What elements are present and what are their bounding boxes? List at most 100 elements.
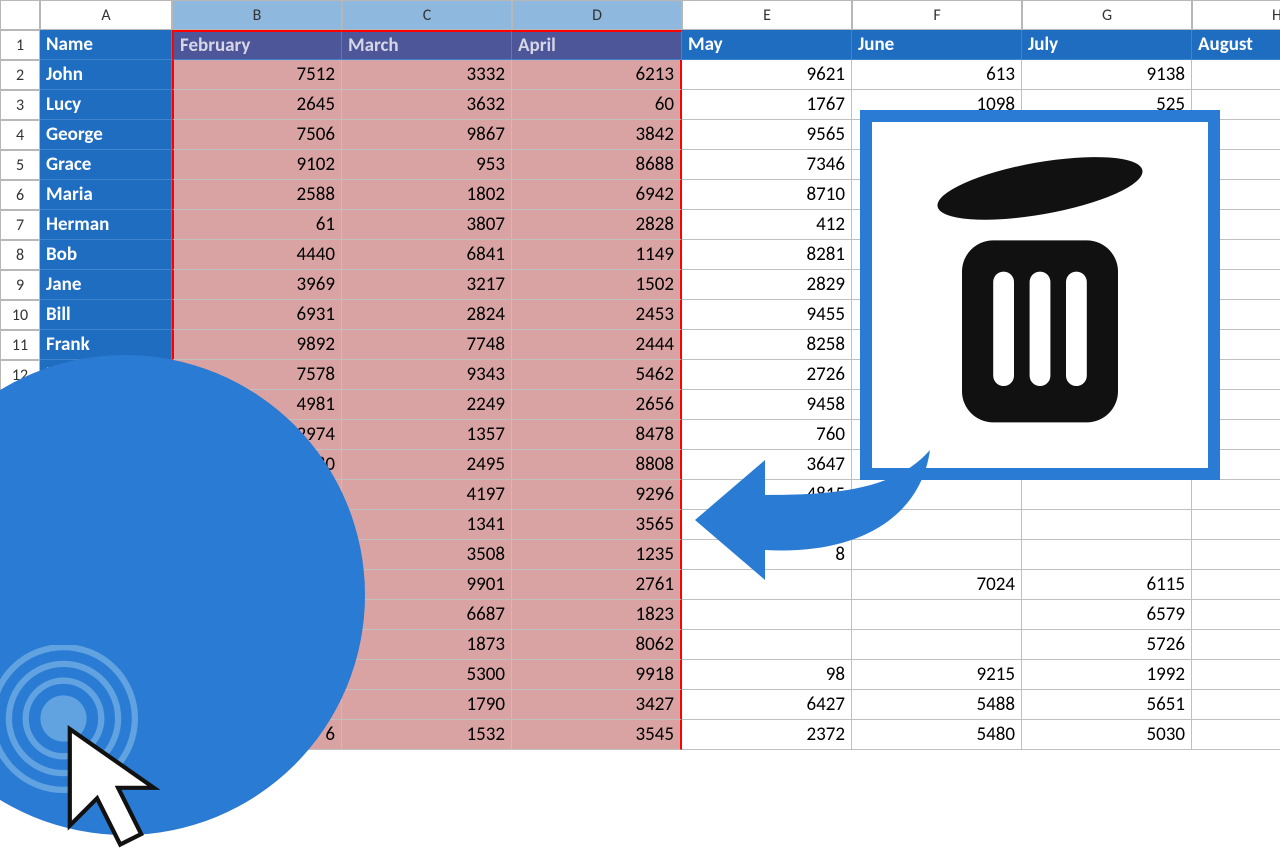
cell-D19[interactable]: 2761: [512, 570, 682, 600]
cell-C9[interactable]: 3217: [342, 270, 512, 300]
cell-D20[interactable]: 1823: [512, 600, 682, 630]
cell-C3[interactable]: 3632: [342, 90, 512, 120]
cell-H11[interactable]: [1192, 330, 1280, 360]
cell-G21[interactable]: 5726: [1022, 630, 1192, 660]
cell-H24[interactable]: [1192, 720, 1280, 750]
row-header-17[interactable]: 17: [0, 510, 40, 540]
cell-H14[interactable]: [1192, 420, 1280, 450]
cell-D13[interactable]: 2656: [512, 390, 682, 420]
cell-E20[interactable]: [682, 600, 852, 630]
cell-G17[interactable]: [1022, 510, 1192, 540]
cell-D4[interactable]: 3842: [512, 120, 682, 150]
cell-C20[interactable]: 6687: [342, 600, 512, 630]
cell-H22[interactable]: [1192, 660, 1280, 690]
cell-H17[interactable]: [1192, 510, 1280, 540]
cell-F23[interactable]: 5488: [852, 690, 1022, 720]
row-header-9[interactable]: 9: [0, 270, 40, 300]
cell-C19[interactable]: 9901: [342, 570, 512, 600]
cell-E23[interactable]: 6427: [682, 690, 852, 720]
cell-D14[interactable]: 8478: [512, 420, 682, 450]
cell-E2[interactable]: 9621: [682, 60, 852, 90]
cell-C22[interactable]: 5300: [342, 660, 512, 690]
cell-E15[interactable]: 3647: [682, 450, 852, 480]
row-header-11[interactable]: 11: [0, 330, 40, 360]
row-header-1[interactable]: 1: [0, 30, 40, 60]
cell-G20[interactable]: 6579: [1022, 600, 1192, 630]
cell-C4[interactable]: 9867: [342, 120, 512, 150]
cell-F3[interactable]: 1098: [852, 90, 1022, 120]
row-header-23[interactable]: 23: [0, 690, 40, 720]
cell-B9[interactable]: 3969: [172, 270, 342, 300]
cell-F4[interactable]: [852, 120, 1022, 150]
cell-A16[interactable]: [40, 480, 172, 510]
column-header-G[interactable]: G: [1022, 0, 1192, 30]
cell-A13[interactable]: Dave: [40, 390, 172, 420]
cell-F14[interactable]: [852, 420, 1022, 450]
cell-D15[interactable]: 8808: [512, 450, 682, 480]
cell-G4[interactable]: [1022, 120, 1192, 150]
column-header-D[interactable]: D: [512, 0, 682, 30]
cell-H18[interactable]: [1192, 540, 1280, 570]
cell-E16[interactable]: 4815: [682, 480, 852, 510]
cell-H7[interactable]: [1192, 210, 1280, 240]
cell-F16[interactable]: [852, 480, 1022, 510]
cell-F17[interactable]: [852, 510, 1022, 540]
cell-B5[interactable]: 9102: [172, 150, 342, 180]
cell-B24[interactable]: 6: [172, 720, 342, 750]
cell-G23[interactable]: 5651: [1022, 690, 1192, 720]
cell-D9[interactable]: 1502: [512, 270, 682, 300]
cell-D18[interactable]: 1235: [512, 540, 682, 570]
cell-D16[interactable]: 9296: [512, 480, 682, 510]
row-header-7[interactable]: 7: [0, 210, 40, 240]
cell-H21[interactable]: [1192, 630, 1280, 660]
cell-F20[interactable]: [852, 600, 1022, 630]
cell-D24[interactable]: 3545: [512, 720, 682, 750]
cell-D3[interactable]: 60: [512, 90, 682, 120]
cell-D11[interactable]: 2444: [512, 330, 682, 360]
cell-C2[interactable]: 3332: [342, 60, 512, 90]
cell-H15[interactable]: [1192, 450, 1280, 480]
cell-D7[interactable]: 2828: [512, 210, 682, 240]
cell-D12[interactable]: 5462: [512, 360, 682, 390]
cell-D21[interactable]: 8062: [512, 630, 682, 660]
cell-F2[interactable]: 613: [852, 60, 1022, 90]
cell-C17[interactable]: 1341: [342, 510, 512, 540]
cell-A20[interactable]: [40, 600, 172, 630]
cell-F18[interactable]: [852, 540, 1022, 570]
cell-E24[interactable]: 2372: [682, 720, 852, 750]
cell-B21[interactable]: 9150: [172, 630, 342, 660]
cell-A2[interactable]: John: [40, 60, 172, 90]
cell-C6[interactable]: 1802: [342, 180, 512, 210]
row-header-8[interactable]: 8: [0, 240, 40, 270]
cell-C14[interactable]: 1357: [342, 420, 512, 450]
column-header-B[interactable]: B: [172, 0, 342, 30]
column-header-C[interactable]: C: [342, 0, 512, 30]
cell-E12[interactable]: 2726: [682, 360, 852, 390]
row-header-14[interactable]: 14: [0, 420, 40, 450]
cell-F8[interactable]: [852, 240, 1022, 270]
cell-E5[interactable]: 7346: [682, 150, 852, 180]
cell-H8[interactable]: [1192, 240, 1280, 270]
cell-C15[interactable]: 2495: [342, 450, 512, 480]
cell-C13[interactable]: 2249: [342, 390, 512, 420]
cell-A24[interactable]: [40, 720, 172, 750]
header-cell-E[interactable]: May: [682, 30, 852, 60]
cell-B2[interactable]: 7512: [172, 60, 342, 90]
cell-C12[interactable]: 9343: [342, 360, 512, 390]
cell-G24[interactable]: 5030: [1022, 720, 1192, 750]
row-header-4[interactable]: 4: [0, 120, 40, 150]
cell-B23[interactable]: 18: [172, 690, 342, 720]
cell-A10[interactable]: Bill: [40, 300, 172, 330]
cell-A3[interactable]: Lucy: [40, 90, 172, 120]
cell-B6[interactable]: 2588: [172, 180, 342, 210]
cell-A15[interactable]: John: [40, 450, 172, 480]
cell-C10[interactable]: 2824: [342, 300, 512, 330]
cell-B17[interactable]: 1401: [172, 510, 342, 540]
cell-E14[interactable]: 760: [682, 420, 852, 450]
cell-B11[interactable]: 9892: [172, 330, 342, 360]
header-cell-F[interactable]: June: [852, 30, 1022, 60]
header-cell-D[interactable]: April: [512, 30, 682, 60]
cell-E18[interactable]: 8: [682, 540, 852, 570]
header-cell-G[interactable]: July: [1022, 30, 1192, 60]
cell-B10[interactable]: 6931: [172, 300, 342, 330]
